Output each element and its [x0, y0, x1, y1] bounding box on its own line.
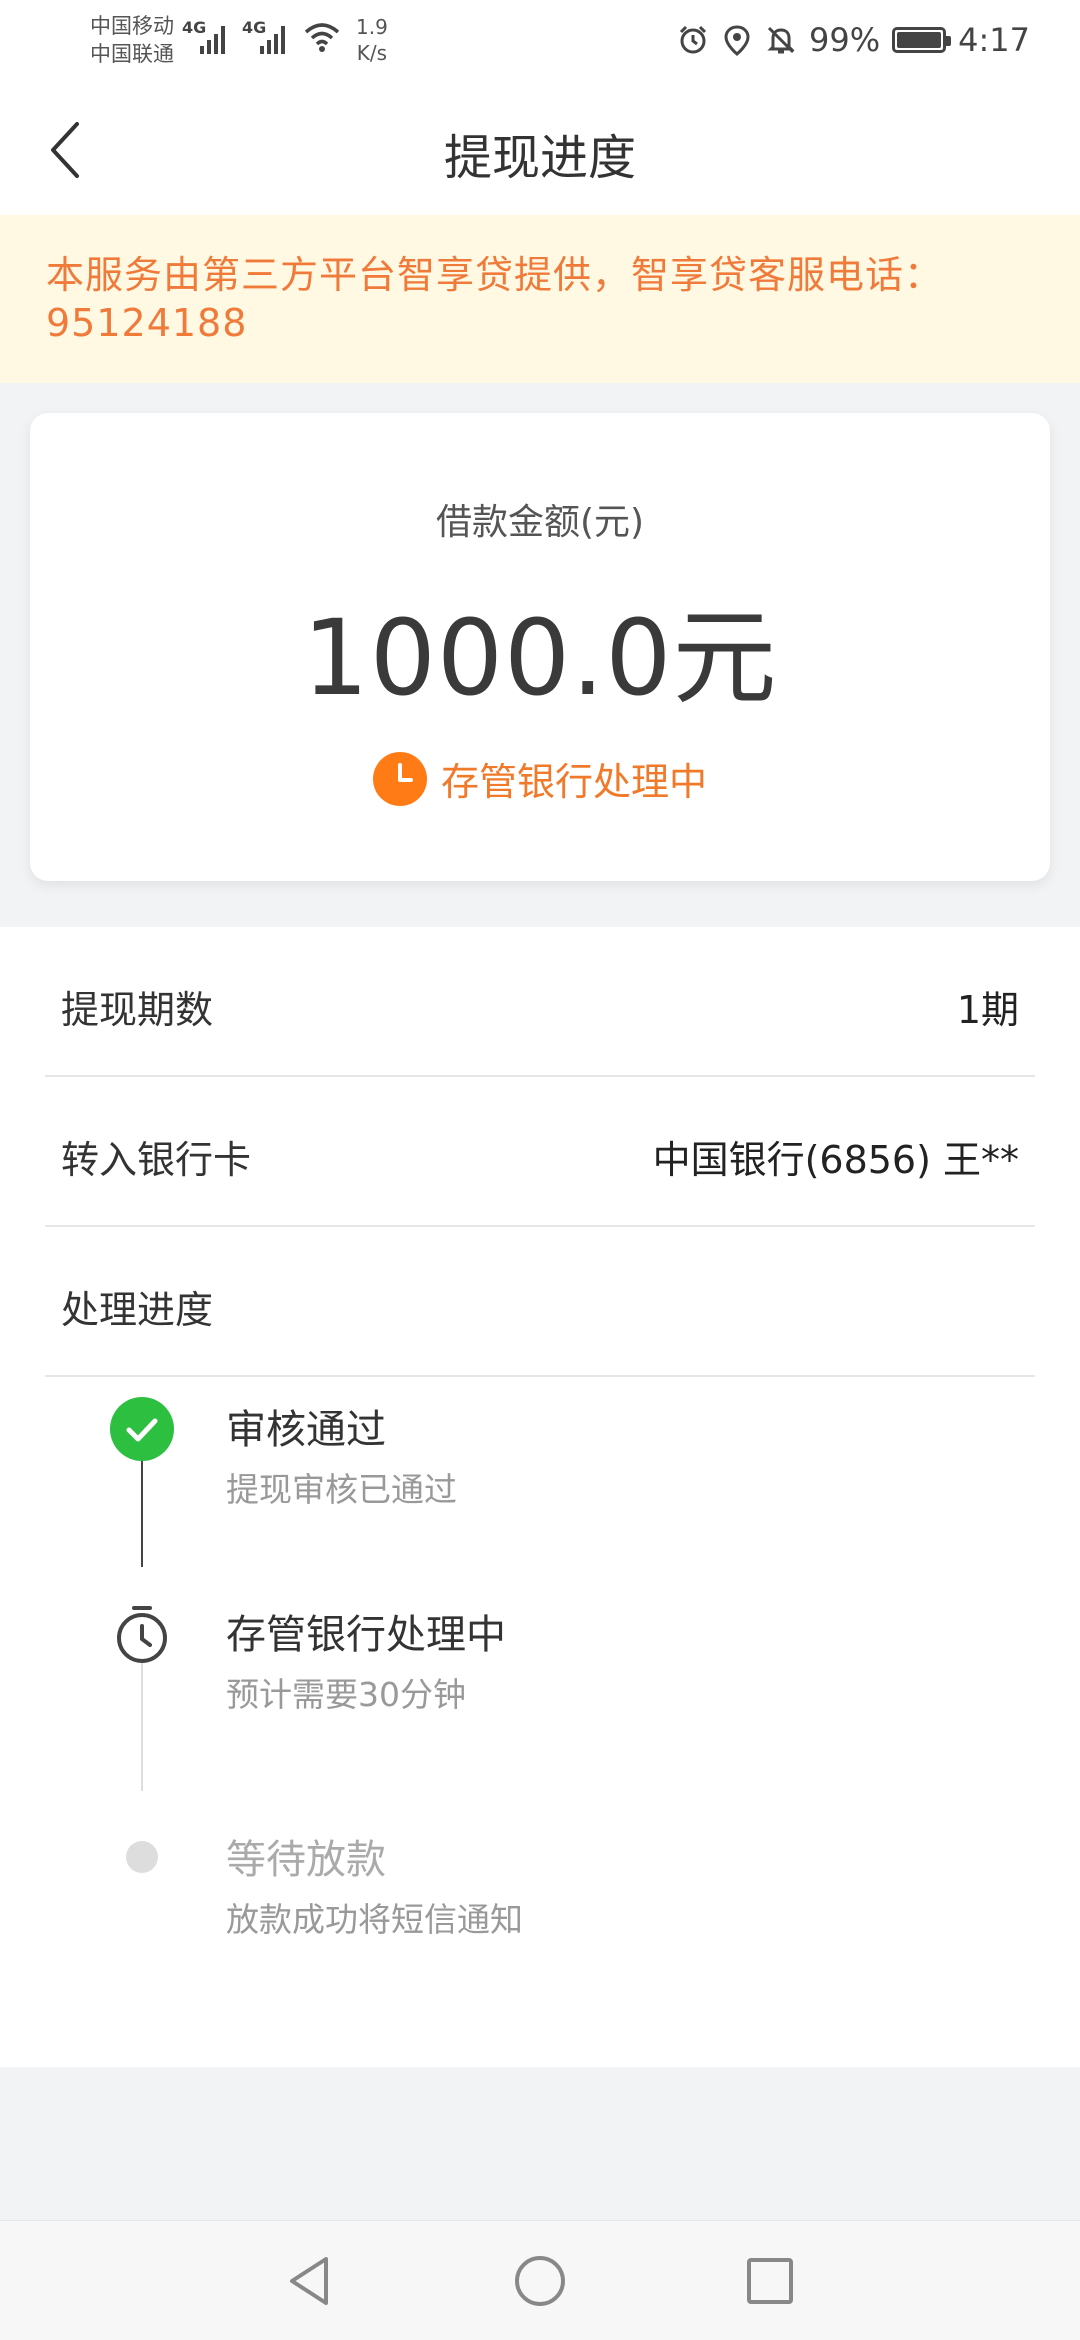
- status-right: 99% 4:17: [677, 18, 1030, 62]
- bank-card-label: 转入银行卡: [61, 1138, 252, 1182]
- periods-label: 提现期数: [61, 988, 214, 1032]
- step-subtitle: 预计需要30分钟: [226, 1675, 466, 1714]
- periods-value: 1期: [956, 988, 1019, 1032]
- bank-card-value: 中国银行(6856) 王**: [652, 1138, 1019, 1182]
- stopwatch-icon: [117, 1606, 167, 1663]
- recents-square-icon[interactable]: [740, 2251, 800, 2311]
- step-title: 存管银行处理中: [226, 1612, 506, 1658]
- system-navigation-bar: [0, 2220, 1080, 2340]
- speed-unit: K/s: [356, 41, 388, 65]
- signal-2-icon: [260, 22, 285, 54]
- check-circle-icon: [110, 1397, 174, 1461]
- navigation-bar: 提现进度: [0, 80, 1080, 215]
- status-text: 存管银行处理中: [440, 760, 707, 804]
- row-periods: 提现期数 1期: [45, 927, 1035, 1077]
- pending-dot-icon: [126, 1841, 158, 1873]
- carrier-2: 中国联通: [90, 42, 174, 66]
- carrier-names: 中国移动 中国联通: [90, 12, 174, 68]
- location-icon: [724, 25, 750, 56]
- processing-status: 存管银行处理中: [30, 751, 1050, 806]
- alarm-icon: [679, 25, 707, 54]
- amount-value: 1000.0元: [302, 597, 778, 719]
- step-title: 审核通过: [226, 1407, 386, 1453]
- amount-label: 借款金额(元): [435, 502, 645, 543]
- row-bank-card: 转入银行卡 中国银行(6856) 王**: [45, 1077, 1035, 1227]
- progress-label: 处理进度: [61, 1288, 214, 1332]
- status-bar: 中国移动 中国联通 4G 4G 1.9 K/s 99% 4:17: [0, 0, 1080, 80]
- service-notice: 本服务由第三方平台智享贷提供，智享贷客服电话：95124188: [0, 215, 1080, 383]
- network-speed: 1.9 K/s: [356, 14, 388, 66]
- step-title: 等待放款: [226, 1837, 386, 1883]
- speed-value: 1.9: [356, 15, 388, 39]
- carrier-1: 中国移动: [90, 14, 174, 38]
- amount-card: 借款金额(元) 1000.0元 存管银行处理中: [30, 413, 1050, 881]
- back-triangle-icon[interactable]: [280, 2251, 340, 2311]
- notice-text: 本服务由第三方平台智享贷提供，智享贷客服电话：95124188: [46, 253, 944, 345]
- wifi-icon: [304, 23, 340, 52]
- battery-percent: 99%: [809, 21, 881, 59]
- screen: 中国移动 中国联通 4G 4G 1.9 K/s 99% 4:17 提现进度 本服…: [0, 0, 1080, 2340]
- signal-1-icon: [200, 22, 225, 54]
- home-circle-icon[interactable]: [510, 2251, 570, 2311]
- details-panel: 提现期数 1期 转入银行卡 中国银行(6856) 王** 处理进度 审核通过 提…: [0, 927, 1080, 2067]
- clock-icon: [372, 751, 427, 806]
- row-progress: 处理进度: [45, 1227, 1035, 1377]
- page-title: 提现进度: [443, 130, 636, 186]
- battery-icon: [892, 27, 952, 53]
- step-subtitle: 提现审核已通过: [226, 1470, 457, 1509]
- clock-time: 4:17: [958, 21, 1030, 59]
- bell-off-icon: [767, 26, 795, 54]
- step-subtitle: 放款成功将短信通知: [226, 1900, 523, 1939]
